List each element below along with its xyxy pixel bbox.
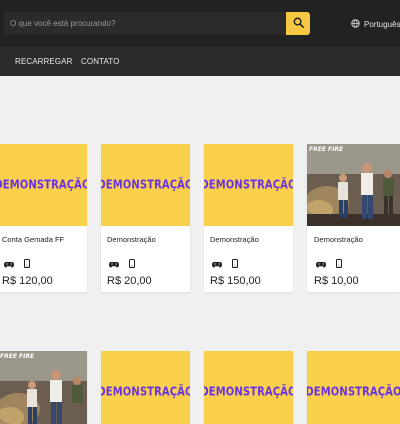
nav-item-contato[interactable]: CONTATO — [81, 57, 119, 66]
product-card[interactable]: DEMONSTRAÇÃO — [307, 351, 400, 424]
product-price: R$ 120,00 — [2, 275, 53, 287]
product-card[interactable]: DEMONSTRAÇÃO — [204, 351, 293, 424]
product-card[interactable]: DEMONSTRAÇÃO Conta Gemada FF R$ 120,00 — [0, 144, 87, 292]
smartphone-icon — [129, 255, 135, 273]
search-box — [4, 12, 286, 35]
product-price: R$ 10,00 — [314, 275, 359, 287]
product-image: DEMONSTRAÇÃO — [101, 144, 190, 226]
product-card[interactable]: DEMONSTRAÇÃO Demonstração R$ 20,00 — [101, 144, 190, 292]
smartphone-icon — [336, 255, 342, 273]
product-title: Demonstração — [314, 235, 363, 244]
gamepad-icon — [109, 255, 119, 273]
top-bar: Português — [0, 0, 400, 47]
free-fire-logo: FREE FIRE — [309, 146, 344, 153]
product-image: DEMONSTRAÇÃO — [307, 351, 400, 424]
product-card[interactable]: DEMONSTRAÇÃO — [101, 351, 190, 424]
product-image: DEMONSTRAÇÃO — [204, 144, 293, 226]
product-price: R$ 150,00 — [210, 275, 261, 287]
language-selector[interactable]: Português — [351, 17, 400, 31]
search-input[interactable] — [4, 19, 286, 28]
globe-icon — [351, 18, 360, 30]
product-price: R$ 20,00 — [107, 275, 152, 287]
nav-bar: RECARREGAR CONTATO — [0, 47, 400, 76]
language-label: Português — [364, 19, 400, 29]
platform-icons — [212, 255, 238, 273]
product-image: FREE FIRE — [307, 144, 400, 226]
gamepad-icon — [4, 255, 14, 273]
platform-icons — [316, 255, 342, 273]
search-button[interactable] — [286, 12, 310, 35]
product-card[interactable]: FREE FIRE — [0, 351, 87, 424]
product-image: DEMONSTRAÇÃO — [204, 351, 293, 424]
free-fire-logo: FREE FIRE — [0, 353, 35, 360]
product-title: Demonstração — [210, 235, 259, 244]
product-card[interactable]: DEMONSTRAÇÃO Demonstração R$ 150,00 — [204, 144, 293, 292]
gamepad-icon — [212, 255, 222, 273]
smartphone-icon — [232, 255, 238, 273]
product-title: Conta Gemada FF — [2, 235, 65, 244]
product-image: DEMONSTRAÇÃO — [101, 351, 190, 424]
platform-icons — [4, 255, 30, 273]
product-card[interactable]: FREE FIRE Demonstração R$ 10,00 — [307, 144, 400, 292]
product-image: DEMONSTRAÇÃO — [0, 144, 87, 226]
nav-item-recarregar[interactable]: RECARREGAR — [15, 57, 72, 66]
gamepad-icon — [316, 255, 326, 273]
platform-icons — [109, 255, 135, 273]
product-title: Demonstração — [107, 235, 156, 244]
smartphone-icon — [24, 255, 30, 273]
product-image: FREE FIRE — [0, 351, 87, 424]
search-icon — [293, 15, 304, 33]
